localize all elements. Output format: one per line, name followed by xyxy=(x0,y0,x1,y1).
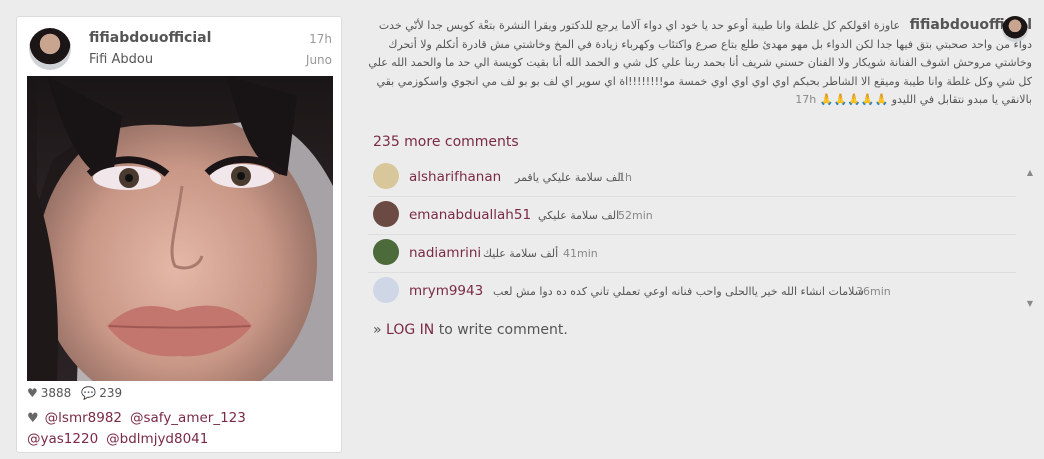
commenter-username[interactable]: mrym9943 xyxy=(409,283,483,299)
comments-list: alsharifhanan الف سلامة عليكي ياقمر 1h e… xyxy=(368,160,1038,310)
comment-time: 41min xyxy=(563,247,598,260)
liker-link[interactable]: @safy_amer_123 xyxy=(130,410,246,426)
page: fifiabdouofficial Fifi Abdou 17h Juno ♥ … xyxy=(0,0,1044,459)
commenter-username[interactable]: alsharifhanan xyxy=(409,169,501,185)
likes-count[interactable]: ♥ 3888 xyxy=(27,386,71,400)
comment-time: 36min xyxy=(856,285,891,298)
likes-value: 3888 xyxy=(40,386,72,400)
comment-item: mrym9943 سلامات انشاء الله خير ياالحلى و… xyxy=(368,274,1016,308)
more-comments-link[interactable]: 235 more comments xyxy=(373,134,519,150)
caption-avatar[interactable] xyxy=(1002,16,1028,42)
comment-text: الف سلامة عليكي xyxy=(538,209,620,222)
login-prompt: » LOG IN to write comment. xyxy=(373,322,568,338)
comments-scrollbar[interactable]: ▲ ▼ xyxy=(1024,168,1036,308)
comment-divider xyxy=(368,196,1016,197)
login-prefix: » xyxy=(373,322,387,338)
comment-time: 1h xyxy=(618,171,632,184)
heart-icon: ♥ xyxy=(27,386,38,400)
post-photo[interactable] xyxy=(27,76,333,381)
likers-list: ♥ @lsmr8982 @safy_amer_123 @yas1220 @bdlmjy… xyxy=(27,408,337,450)
liker-link[interactable]: @lsmr8982 xyxy=(45,410,122,426)
commenter-avatar[interactable] xyxy=(373,239,399,265)
card-username[interactable]: fifiabdouofficial xyxy=(89,30,211,46)
comment-text: سلامات انشاء الله خير ياالحلى واحب فنانه… xyxy=(493,285,864,298)
card-time: 17h xyxy=(309,32,332,46)
commenter-avatar[interactable] xyxy=(373,201,399,227)
comments-value: 239 xyxy=(99,386,123,400)
comment-divider xyxy=(368,272,1016,273)
comment-text: الف سلامة عليكي ياقمر xyxy=(515,171,624,184)
chat-bubble-icon: 💬 xyxy=(81,386,97,400)
heart-icon: ♥ xyxy=(27,411,39,426)
card-location[interactable]: Juno xyxy=(306,53,332,67)
scroll-up-arrow-icon[interactable]: ▲ xyxy=(1024,168,1036,177)
liker-link[interactable]: @yas1220 xyxy=(27,431,98,447)
caption-time: 17h xyxy=(795,93,817,106)
user-avatar[interactable] xyxy=(29,28,71,70)
commenter-username[interactable]: emanabduallah51 xyxy=(409,207,531,223)
comment-text: ألف سلامة عليك xyxy=(483,247,559,260)
comment-time: 52min xyxy=(618,209,653,222)
commenter-avatar[interactable] xyxy=(373,163,399,189)
post-card: fifiabdouofficial Fifi Abdou 17h Juno ♥ … xyxy=(16,16,342,453)
login-link[interactable]: LOG IN xyxy=(386,322,434,338)
card-full-name: Fifi Abdou xyxy=(89,52,154,67)
liker-link[interactable]: @bdlmjyd8041 xyxy=(106,431,208,447)
commenter-username[interactable]: nadiamrini xyxy=(409,245,481,261)
comment-divider xyxy=(368,234,1016,235)
login-suffix: to write comment. xyxy=(434,322,568,338)
post-stats: ♥ 3888 💬 239 xyxy=(27,386,122,400)
comment-item: emanabduallah51 الف سلامة عليكي 52min xyxy=(368,198,1016,232)
portrait-image xyxy=(27,76,333,381)
comment-item: alsharifhanan الف سلامة عليكي ياقمر 1h xyxy=(368,160,1016,194)
scroll-down-arrow-icon[interactable]: ▼ xyxy=(1024,299,1036,308)
comment-item: nadiamrini ألف سلامة عليك 41min xyxy=(368,236,1016,270)
commenter-avatar[interactable] xyxy=(373,277,399,303)
comments-count[interactable]: 💬 239 xyxy=(81,386,122,400)
post-caption: fifiabdouofficial عاوزة اقولكم كل غلطة و… xyxy=(368,16,1032,110)
